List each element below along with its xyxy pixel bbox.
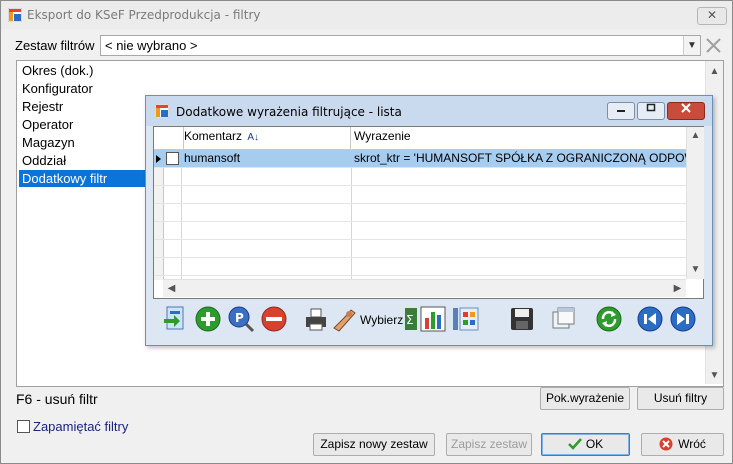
list-item[interactable]: Oddział — [19, 152, 66, 169]
row-pointer-icon — [156, 155, 161, 163]
select-label[interactable]: Wybierz — [360, 313, 403, 327]
ok-label: OK — [585, 437, 604, 451]
save-disk-icon[interactable] — [507, 304, 537, 334]
dialog-close-button[interactable] — [667, 102, 705, 120]
list-item[interactable]: Magazyn — [19, 134, 75, 151]
expressions-grid[interactable]: Komentarz A↓ Wyrazenie humansoft skrot_k… — [153, 126, 704, 299]
filter-set-value: < nie wybrano > — [105, 38, 198, 53]
row-checkbox[interactable] — [166, 152, 179, 165]
cancel-icon — [659, 437, 673, 451]
back-button[interactable]: Wróć — [641, 433, 724, 456]
import-icon[interactable] — [161, 304, 191, 334]
ok-button[interactable]: OK — [541, 433, 630, 456]
close-icon — [706, 38, 721, 53]
grid-horizontal-scrollbar[interactable]: ◀ ▶ — [163, 279, 686, 297]
table-row[interactable] — [154, 222, 686, 240]
clear-filter-set-button[interactable] — [703, 35, 724, 56]
add-icon[interactable] — [193, 304, 223, 334]
column-comment-label: Komentarz — [184, 129, 243, 143]
list-item[interactable]: Operator — [19, 116, 73, 133]
dialog-toolbar: P Wybierz Σ — [153, 301, 704, 339]
minimize-icon — [617, 110, 625, 112]
windows-icon[interactable] — [549, 304, 579, 334]
row-comment: humansoft — [184, 151, 241, 165]
edit-search-icon[interactable]: P — [226, 304, 256, 334]
remember-filters-label[interactable]: Zapamiętać filtry — [33, 419, 128, 434]
expressions-dialog: Dodatkowe wyrażenia filtrujące - lista K… — [145, 95, 713, 346]
close-icon — [681, 103, 691, 113]
refresh-icon[interactable] — [594, 304, 624, 334]
dialog-title-bar: Dodatkowe wyrażenia filtrujące - lista — [146, 96, 712, 126]
dialog-title: Dodatkowe wyrażenia filtrujące - lista — [176, 105, 402, 119]
table-row[interactable] — [154, 258, 686, 276]
next-icon[interactable] — [668, 304, 698, 334]
scroll-right-icon[interactable]: ▶ — [669, 280, 686, 297]
table-row[interactable] — [154, 186, 686, 204]
scroll-up-icon[interactable]: ▲ — [687, 127, 704, 144]
list-item[interactable]: Okres (dok.) — [19, 62, 94, 79]
filter-set-label: Zestaw filtrów — [15, 38, 95, 53]
chevron-down-icon[interactable]: ▼ — [683, 36, 700, 55]
printer-icon[interactable] — [301, 304, 331, 334]
select-hand-icon[interactable] — [329, 304, 359, 334]
grid-header: Komentarz A↓ Wyrazenie — [154, 127, 686, 150]
sort-icon: A↓ — [247, 132, 260, 143]
row-expression: skrot_ktr = 'HUMANSOFT SPÓŁKA Z OGRANICZ… — [354, 151, 686, 165]
table-row[interactable] — [154, 240, 686, 258]
scroll-up-icon[interactable]: ▲ — [706, 63, 723, 80]
app-logo-icon — [8, 8, 22, 22]
back-label: Wróć — [678, 437, 706, 451]
app-logo-icon — [155, 104, 169, 118]
list-item-selected[interactable]: Dodatkowy filtr — [19, 170, 146, 187]
restore-icon — [646, 103, 656, 112]
save-new-set-button[interactable]: Zapisz nowy zestaw — [313, 433, 435, 456]
column-header-expression[interactable]: Wyrazenie — [351, 127, 684, 149]
filter-set-combo[interactable]: < nie wybrano > ▼ — [100, 35, 701, 56]
chart-icon[interactable] — [419, 304, 449, 334]
table-row[interactable] — [154, 204, 686, 222]
maximize-button[interactable] — [637, 102, 665, 120]
svg-text:P: P — [235, 311, 244, 325]
sum-icon[interactable]: Σ — [404, 304, 418, 334]
show-expression-button[interactable]: Pok.wyrażenie — [540, 387, 630, 410]
list-item[interactable]: Rejestr — [19, 98, 63, 115]
window-title: Eksport do KSeF Przedprodukcja - filtry — [27, 8, 261, 22]
check-icon — [567, 438, 582, 450]
table-row[interactable]: humansoft skrot_ktr = 'HUMANSOFT SPÓŁKA … — [154, 150, 686, 168]
hint-text: F6 - usuń filtr — [16, 391, 98, 407]
delete-icon[interactable] — [259, 304, 289, 334]
previous-icon[interactable] — [635, 304, 665, 334]
column-header-comment[interactable]: Komentarz A↓ — [181, 127, 351, 149]
list-item[interactable]: Konfigurator — [19, 80, 93, 97]
scroll-down-icon[interactable]: ▼ — [687, 261, 704, 278]
remove-filters-button[interactable]: Usuń filtry — [637, 387, 724, 410]
remember-filters-checkbox[interactable] — [17, 420, 30, 433]
title-bar: Eksport do KSeF Przedprodukcja - filtry … — [1, 1, 732, 29]
columns-config-icon[interactable] — [451, 304, 481, 334]
save-set-button[interactable]: Zapisz zestaw — [446, 433, 532, 456]
grid-vertical-scrollbar[interactable]: ▲ ▼ — [686, 127, 704, 279]
svg-text:Σ: Σ — [406, 313, 414, 327]
minimize-button[interactable] — [607, 102, 635, 120]
table-row[interactable] — [154, 168, 686, 186]
scroll-down-icon[interactable]: ▼ — [706, 367, 723, 384]
scroll-left-icon[interactable]: ◀ — [163, 280, 180, 297]
window-close-button[interactable]: ✕ — [697, 7, 727, 25]
